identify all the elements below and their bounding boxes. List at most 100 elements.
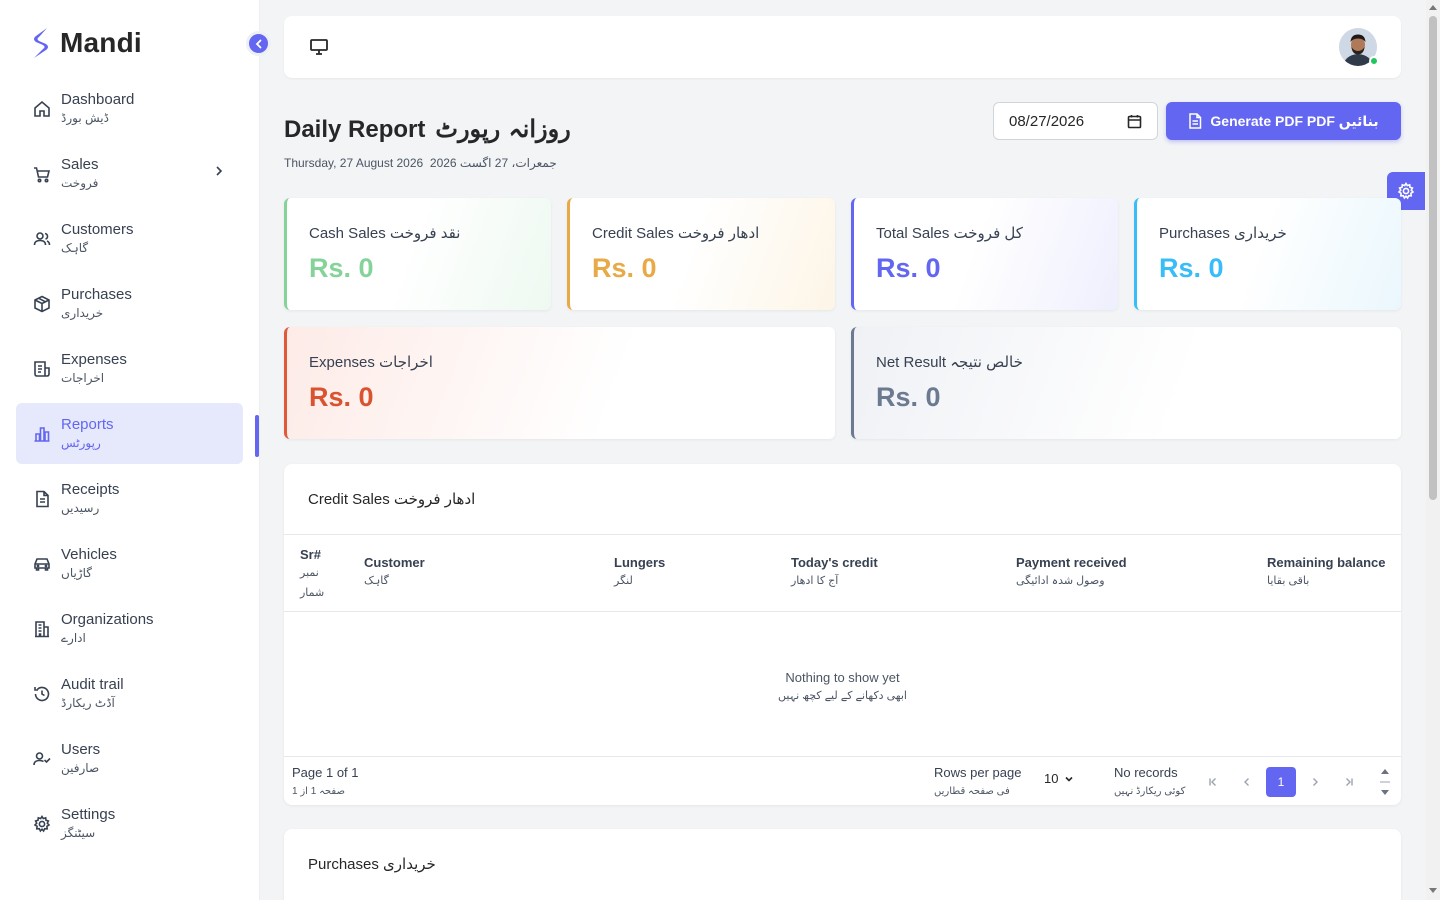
last-page-button[interactable] (1334, 767, 1364, 797)
sidebar-item-settings[interactable]: Settings سیٹنگز (16, 793, 243, 854)
rows-per-page-label: Rows per page فی صفحہ قطاریں (934, 765, 1021, 803)
report-date-input[interactable]: 08/27/2026 (993, 102, 1158, 140)
sidebar-item-reports[interactable]: Reports رپورٹس (16, 403, 243, 464)
users-icon (32, 229, 52, 249)
sidebar-item-sublabel: فروخت (61, 176, 99, 190)
page-info-label: Page 1 of 1 (292, 765, 359, 780)
records-info: No records کوئی ریکارڈ نہیں (1114, 765, 1185, 803)
credit-sales-card: Credit Sales ادھار فروخت Rs. 0 (567, 198, 835, 310)
first-page-button[interactable] (1198, 767, 1228, 797)
sidebar-item-purchases[interactable]: Purchases خریداری (16, 273, 243, 334)
brand[interactable]: Mandi (30, 26, 142, 60)
active-nav-indicator (255, 415, 259, 457)
chevron-down-icon (1065, 776, 1074, 782)
column-sr[interactable]: Sr# نمبر شمار (300, 547, 340, 603)
sidebar-item-audit-trail[interactable]: Audit trail آڈٹ ریکارڈ (16, 663, 243, 724)
scroll-down-icon[interactable] (1429, 888, 1437, 894)
cart-icon (32, 164, 52, 184)
collapse-sidebar-button[interactable] (246, 31, 271, 56)
column-label: Sr# (300, 547, 321, 562)
page-title-en: Daily Report (284, 116, 426, 143)
sidebar-item-label: Settings (61, 806, 116, 823)
panel-title: Credit Sales ادھار فروخت (308, 491, 476, 508)
top-bar (284, 16, 1401, 78)
sidebar-item-dashboard[interactable]: Dashboard ڈیش بورڈ (16, 78, 243, 139)
page-date-ur: جمعرات، 27 اگست 2026 (429, 156, 557, 170)
monitor-icon[interactable] (309, 38, 329, 61)
car-icon (32, 554, 52, 574)
sidebar-item-sales[interactable]: Sales فروخت (16, 143, 243, 204)
empty-state: Nothing to show yet ابھی دکھانے کے لیے ک… (284, 670, 1401, 706)
column-customer[interactable]: Customer گاہک (364, 555, 425, 591)
panel-title: Purchases خریداری (308, 856, 436, 873)
sidebar-item-sublabel: رپورٹس (61, 436, 101, 450)
card-value: Rs. 0 (309, 253, 374, 283)
column-sublabel: آج کا ادھار (791, 575, 839, 587)
card-label: Total Sales کل فروخت (876, 225, 1023, 242)
page-button-current[interactable]: 1 (1266, 767, 1296, 797)
sidebar-item-sublabel: سیٹنگز (61, 826, 96, 840)
card-label: Net Result خالص نتیجہ (876, 354, 1023, 371)
net-result-card: Net Result خالص نتیجہ Rs. 0 (851, 327, 1401, 439)
rows-label: Rows per page (934, 765, 1022, 780)
purchases-panel: Purchases خریداری (284, 829, 1401, 900)
sidebar-item-label: Customers (61, 221, 134, 238)
card-value: Rs. 0 (592, 253, 657, 283)
calendar-icon[interactable] (1127, 114, 1142, 129)
pagination: Page 1 of 1 صفحہ 1 از 1 Rows per page فی… (284, 756, 1401, 806)
sidebar-item-sublabel: رسیدیں (61, 501, 100, 515)
page-scrollbar[interactable] (1426, 0, 1440, 900)
pager-scroll-arrows[interactable] (1378, 767, 1392, 797)
sidebar-item-sublabel: گاہک (61, 241, 89, 255)
credit-sales-panel: Credit Sales ادھار فروخت Sr# نمبر شمار C… (284, 464, 1401, 805)
expenses-card: Expenses اخراجات Rs. 0 (284, 327, 835, 439)
online-status-dot (1369, 56, 1379, 66)
sidebar-item-label: Organizations (61, 611, 154, 628)
generate-pdf-label: Generate PDF PDF بنائیں (1210, 112, 1379, 129)
page-info: Page 1 of 1 صفحہ 1 از 1 (292, 765, 359, 803)
sidebar-item-organizations[interactable]: Organizations ادارے (16, 598, 243, 659)
scroll-up-icon[interactable] (1429, 4, 1437, 10)
sort-arrows-icon (1380, 769, 1390, 795)
table-header: Sr# نمبر شمار Customer گاہک Lungers لنگر… (284, 534, 1401, 612)
column-todays-credit[interactable]: Today's credit آج کا ادھار (791, 555, 878, 591)
brand-logo-icon (34, 28, 48, 58)
sidebar-item-sublabel: گاڑیاں (61, 566, 92, 580)
column-label: Today's credit (791, 555, 878, 570)
previous-page-button[interactable] (1232, 767, 1262, 797)
page-title: Daily Report روزانہ رپورٹ (284, 114, 571, 144)
file-icon (1189, 113, 1202, 129)
next-page-button[interactable] (1300, 767, 1330, 797)
column-payment-received[interactable]: Payment received وصول شدہ ادائیگی (1016, 555, 1127, 591)
purchases-card: Purchases خریداری Rs. 0 (1134, 198, 1401, 310)
column-sublabel: وصول شدہ ادائیگی (1016, 575, 1105, 587)
generate-pdf-button[interactable]: Generate PDF PDF بنائیں (1166, 102, 1401, 140)
column-remaining-balance[interactable]: Remaining balance باقی بقایا (1267, 555, 1385, 591)
column-lungers[interactable]: Lungers لنگر (614, 555, 665, 591)
sidebar-item-label: Users (61, 741, 101, 758)
rows-per-page-select[interactable]: 10 (1044, 771, 1074, 786)
column-label: Lungers (614, 555, 666, 570)
empty-state-text: Nothing to show yet (785, 670, 900, 685)
sidebar-item-users[interactable]: Users صارفین (16, 728, 243, 789)
column-sublabel: گاہک (364, 575, 389, 587)
records-label: No records (1114, 765, 1178, 780)
sidebar-item-expenses[interactable]: Expenses اخراجات (16, 338, 243, 399)
sidebar-item-label: Expenses (61, 351, 127, 368)
scrollbar-thumb[interactable] (1429, 16, 1437, 500)
column-sublabel: باقی بقایا (1267, 575, 1310, 587)
card-value: Rs. 0 (876, 382, 941, 412)
chevrons-first-icon (1209, 778, 1216, 786)
sidebar-item-label: Sales (61, 156, 99, 173)
home-icon (32, 99, 52, 119)
sidebar-item-label: Audit trail (61, 676, 124, 693)
report-date-value: 08/27/2026 (1009, 112, 1085, 130)
sidebar-item-customers[interactable]: Customers گاہک (16, 208, 243, 269)
box-icon (32, 294, 52, 314)
sidebar-item-vehicles[interactable]: Vehicles گاڑیاں (16, 533, 243, 594)
total-sales-card: Total Sales کل فروخت Rs. 0 (851, 198, 1118, 310)
sidebar-item-label: Reports (61, 416, 114, 433)
sidebar-item-receipts[interactable]: Receipts رسیدیں (16, 468, 243, 529)
brand-name: Mandi (60, 27, 142, 58)
card-label: Expenses اخراجات (309, 354, 433, 371)
